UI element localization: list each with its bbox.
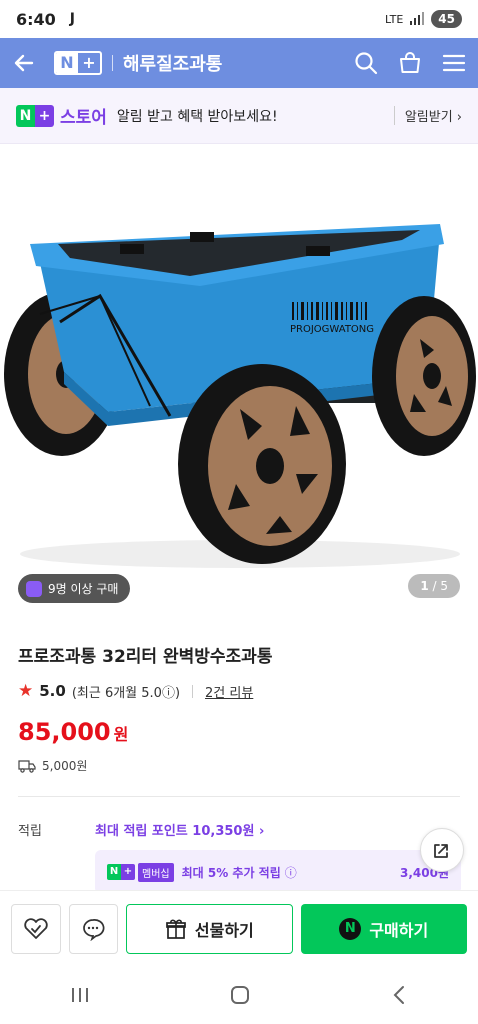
wishlist-button[interactable] (11, 903, 61, 954)
share-icon (434, 844, 448, 858)
status-bar: 6:40 J LTE 45 (0, 0, 478, 38)
gift-label: 선물하기 (194, 920, 254, 940)
title-divider (112, 55, 113, 71)
membership-np-badge: N + (107, 864, 135, 880)
naver-pay-icon: N (339, 917, 362, 940)
store-label: 스토어 (60, 108, 107, 128)
image-pager: 1 / 5 (408, 574, 460, 598)
menu-icon[interactable] (442, 51, 466, 75)
price: 85,000 원 (18, 718, 128, 746)
alarm-subscribe-link[interactable]: 알림받기 › (393, 106, 462, 125)
status-right: LTE 45 (385, 10, 462, 28)
review-count-link[interactable]: 2건 리뷰 (205, 682, 253, 701)
bag-badge-icon (26, 580, 42, 597)
product-image-carousel[interactable]: PROJOGWATONG 9명 이상 구매 1 / 5 (0, 144, 478, 614)
shipping-row: 5,000원 (18, 757, 87, 774)
top-app-bar: N + 해루질조과통 (0, 38, 478, 88)
search-icon[interactable] (354, 51, 378, 75)
star-icon: ★ (18, 681, 34, 701)
top-bar-actions (354, 51, 466, 75)
pager-current: 1 (420, 579, 429, 593)
purchase-count-text: 9명 이상 구매 (48, 582, 119, 596)
membership-points-box[interactable]: N + 멤버십 최대 5% 추가 적립 ⓘ 3,400원 (95, 850, 461, 894)
shopping-bag-icon[interactable] (398, 51, 422, 75)
back-nav-icon[interactable] (389, 984, 409, 1006)
status-indicator: J (69, 11, 76, 27)
bottom-action-bar: 선물하기 N 구매하기 (0, 890, 478, 966)
banner-message: 알림 받고 혜택 받아보세요! (116, 108, 278, 125)
status-time: 6:40 (16, 9, 56, 29)
signal-icon (410, 12, 425, 25)
chat-bubble-icon (83, 918, 105, 941)
rating-detail[interactable]: (최근 6개월 5.0ⓘ) (72, 682, 180, 701)
delivery-truck-icon (18, 759, 36, 773)
buy-button[interactable]: N 구매하기 (300, 903, 467, 954)
naver-plus-badge: N + (16, 104, 54, 127)
naver-plus-logo[interactable]: N + (54, 51, 102, 75)
naver-plus-sign: + (82, 53, 96, 72)
product-name: 프로조과통 32리터 완벽방수조과통 (18, 647, 273, 667)
divider (18, 796, 460, 797)
price-unit: 원 (113, 725, 129, 744)
badge-plus-sign: + (35, 104, 54, 127)
product-image: PROJOGWATONG (4, 224, 476, 568)
battery-badge: 45 (431, 10, 462, 28)
rating-score: 5.0 (39, 682, 66, 700)
recent-apps-icon[interactable] (69, 985, 91, 1005)
share-button[interactable] (420, 828, 464, 872)
badge-n-letter: N (16, 104, 35, 127)
home-icon[interactable] (229, 984, 251, 1006)
pager-total: / 5 (432, 579, 449, 593)
shipping-fee: 5,000원 (42, 759, 88, 773)
rating-row: ★ 5.0 (최근 6개월 5.0ⓘ) 2건 리뷰 (18, 681, 253, 701)
chat-button[interactable] (68, 903, 119, 954)
network-label: LTE (385, 12, 404, 26)
purchase-count-chip: 9명 이상 구매 (18, 574, 131, 603)
store-alarm-banner: N + 스토어 알림 받고 혜택 받아보세요! 알림받기 › (0, 88, 478, 144)
back-arrow-icon[interactable] (12, 51, 36, 75)
membership-plus-sign: + (121, 864, 135, 880)
naver-n-letter: N (56, 53, 78, 73)
store-title[interactable]: 해루질조과통 (123, 50, 222, 76)
gift-button[interactable]: 선물하기 (126, 903, 293, 954)
price-value: 85,000 (18, 718, 111, 746)
rating-divider (192, 684, 194, 698)
buy-label: 구매하기 (369, 920, 429, 940)
membership-badge: 멤버십 (138, 862, 174, 882)
product-brand-text: PROJOGWATONG (290, 324, 374, 335)
info-icon[interactable]: ⓘ (285, 864, 297, 881)
gift-icon (166, 919, 186, 939)
points-label: 적립 (18, 824, 42, 839)
heart-check-icon (24, 917, 48, 939)
membership-text: 최대 5% 추가 적립 (181, 865, 281, 880)
max-points-link[interactable]: 최대 적립 포인트 10,350원 › (95, 820, 264, 839)
membership-n-letter: N (107, 864, 121, 880)
system-nav-bar (0, 966, 478, 1024)
